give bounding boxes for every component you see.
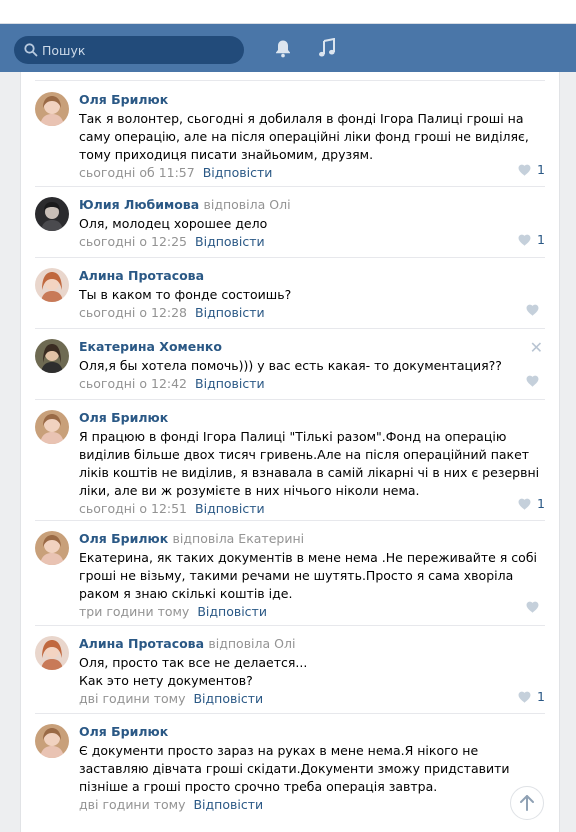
comment-time[interactable]: три години тому [79, 604, 189, 619]
comment-item: Оля Брилюк Так я волонтер, сьогодні я до… [35, 82, 545, 187]
arrow-up-icon [520, 795, 534, 811]
search-icon [24, 43, 38, 57]
comment-text: Я працюю в фонді Ігора Палиці "Тількі ра… [79, 429, 540, 498]
scroll-to-top-button[interactable] [510, 786, 544, 820]
comment-item: Юлия Любимова відповіла Олі Оля, молодец… [35, 187, 545, 258]
comment-item: Оля Брилюк Я працюю в фонді Ігора Палиці… [35, 400, 545, 521]
comment-text: Так я волонтер, сьогодні я добилаля в фо… [79, 111, 529, 162]
reply-link[interactable]: Відповісти [195, 501, 265, 516]
reply-to-label[interactable]: відповіла Олі [208, 636, 295, 651]
comment-author[interactable]: Юлия Любимова відповіла Олі [79, 197, 545, 213]
avatar[interactable] [35, 531, 69, 565]
comment-time[interactable]: сьогодні о 12:42 [79, 376, 187, 391]
comment-author[interactable]: Оля Брилюк [79, 410, 545, 426]
reply-link[interactable]: Відповісти [203, 165, 273, 180]
reply-link[interactable]: Відповісти [197, 604, 267, 619]
comment-time[interactable]: дві години тому [79, 797, 185, 812]
comment-item: Алина Протасова Ты в каком то фонде сост… [35, 258, 545, 329]
comment-text: Оля, молодец хорошее дело [79, 216, 268, 231]
heart-icon [518, 234, 531, 246]
like-button[interactable]: 1 [518, 496, 545, 512]
like-button[interactable] [526, 601, 545, 613]
music-note-icon[interactable] [318, 38, 336, 58]
heart-icon [518, 164, 531, 176]
heart-icon [518, 691, 531, 703]
comment-time[interactable]: сьогодні о 12:51 [79, 501, 187, 516]
bell-icon[interactable] [274, 39, 292, 58]
close-icon[interactable]: ✕ [530, 340, 543, 356]
avatar[interactable] [35, 636, 69, 670]
top-header [0, 24, 576, 72]
reply-link[interactable]: Відповісти [193, 797, 263, 812]
heart-icon [526, 304, 539, 316]
comment-item: Оля Брилюк відповіла Екатерині Екатерина… [35, 521, 545, 626]
comment-item: Оля Брилюк Є документи просто зараз на р… [35, 714, 545, 824]
avatar[interactable] [35, 197, 69, 231]
comment-text: Є документи просто зараз на руках в мене… [79, 743, 510, 794]
like-button[interactable]: 1 [518, 162, 545, 178]
like-count: 1 [537, 689, 545, 704]
comment-author[interactable]: Алина Протасова [79, 268, 545, 284]
comment-time[interactable]: дві години тому [79, 691, 185, 706]
like-button[interactable] [526, 375, 545, 387]
comment-author[interactable]: Оля Брилюк відповіла Екатерині [79, 531, 545, 547]
comment-author[interactable]: Екатерина Хоменко [79, 339, 545, 355]
comment-author[interactable]: Алина Протасова відповіла Олі [79, 636, 545, 652]
like-button[interactable]: 1 [518, 232, 545, 248]
reply-link[interactable]: Відповісти [193, 691, 263, 706]
reply-to-label[interactable]: відповіла Екатерині [173, 531, 305, 546]
comment-author[interactable]: Оля Брилюк [79, 724, 545, 740]
divider [35, 80, 545, 81]
comment-item: Екатерина Хоменко Оля,я бы хотела помочь… [35, 329, 545, 400]
comment-author[interactable]: Оля Брилюк [79, 92, 545, 108]
comment-time[interactable]: сьогодні о 12:28 [79, 305, 187, 320]
comment-item: Алина Протасова відповіла Олі Оля, прост… [35, 626, 545, 714]
avatar[interactable] [35, 268, 69, 302]
heart-icon [526, 375, 539, 387]
avatar[interactable] [35, 724, 69, 758]
comment-time[interactable]: сьогодні об 11:57 [79, 165, 195, 180]
like-button[interactable]: 1 [518, 689, 545, 705]
avatar[interactable] [35, 339, 69, 373]
reply-link[interactable]: Відповісти [195, 305, 265, 320]
reply-to-label[interactable]: відповіла Олі [204, 197, 291, 212]
browser-top-strip [0, 0, 576, 24]
like-count: 1 [537, 232, 545, 247]
heart-icon [518, 498, 531, 510]
comment-text: Екатерина, як таких документів в мене не… [79, 550, 537, 601]
like-count: 1 [537, 496, 545, 511]
comment-text: Оля,я бы хотела помочь))) у вас есть как… [79, 358, 502, 373]
like-count: 1 [537, 162, 545, 177]
comment-text: Оля, просто так все не делается... Как э… [79, 655, 308, 688]
search-box[interactable] [14, 36, 244, 64]
search-input[interactable] [42, 36, 232, 64]
comment-time[interactable]: сьогодні о 12:25 [79, 234, 187, 249]
comment-text: Ты в каком то фонде состоишь? [79, 287, 292, 302]
avatar[interactable] [35, 92, 69, 126]
comments-card: Оля Брилюк Так я волонтер, сьогодні я до… [20, 72, 560, 832]
heart-icon [526, 601, 539, 613]
reply-link[interactable]: Відповісти [195, 376, 265, 391]
avatar[interactable] [35, 410, 69, 444]
like-button[interactable] [526, 304, 545, 316]
reply-link[interactable]: Відповісти [195, 234, 265, 249]
